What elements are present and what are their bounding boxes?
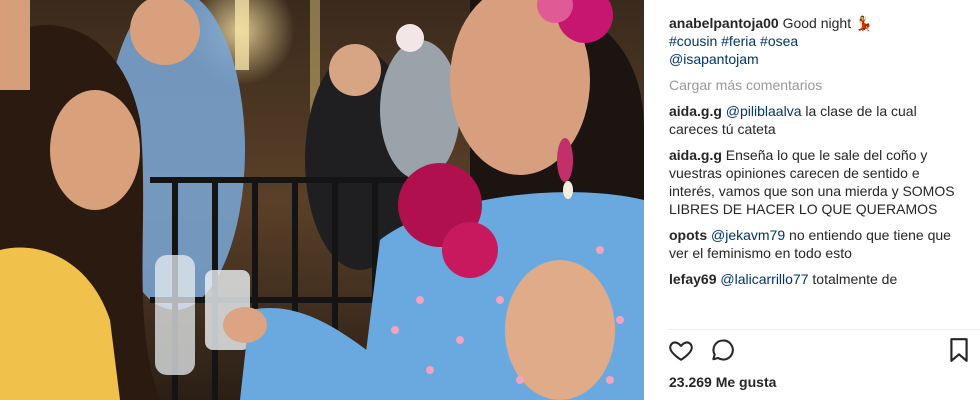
heart-icon[interactable] (668, 337, 694, 368)
comment-username[interactable]: aida.g.g (669, 103, 722, 119)
caption-mention[interactable]: @isapantojam (669, 50, 969, 68)
actions-divider (668, 329, 980, 330)
comment-item: lefay69 @lalicarrillo77 totalmente de (669, 270, 969, 288)
comments-panel: anabelpantoja00 Good night 💃 #cousin #fe… (644, 0, 980, 400)
post-photo[interactable] (0, 0, 644, 400)
photo-illustration (0, 0, 644, 400)
comment-bubble-icon[interactable] (710, 337, 736, 368)
comment-text: totalmente de (812, 271, 898, 287)
post-caption: anabelpantoja00 Good night 💃 #cousin #fe… (669, 14, 969, 68)
likes-count[interactable]: 23.269 Me gusta (669, 374, 776, 390)
comment-mention[interactable]: @jekavm79 (711, 227, 785, 243)
comment-username[interactable]: lefay69 (669, 271, 716, 287)
comment-item: aida.g.g @pilibla​alva la clase de la cu… (669, 102, 969, 138)
comment-item: aida.g.g Enseña lo que le sale del coño … (669, 146, 969, 218)
comment-list: anabelpantoja00 Good night 💃 #cousin #fe… (669, 14, 969, 296)
load-more-comments-link[interactable]: Cargar más comentarios (669, 76, 969, 94)
comment-username[interactable]: opots (669, 227, 707, 243)
post-actions (668, 337, 968, 367)
caption-hashtags[interactable]: #cousin #feria #osea (669, 32, 969, 50)
caption-username[interactable]: anabelpantoja00 (669, 15, 779, 31)
bookmark-icon[interactable] (948, 337, 970, 368)
caption-text: Good night (782, 15, 852, 31)
comment-username[interactable]: aida.g.g (669, 147, 722, 163)
dancer-emoji-icon: 💃 (854, 15, 873, 31)
comment-mention[interactable]: @pilibla​alva (726, 103, 802, 119)
comment-mention[interactable]: @lalicarrillo77 (720, 271, 808, 287)
comment-item: opots @jekavm79 no entiendo que tiene qu… (669, 226, 969, 262)
